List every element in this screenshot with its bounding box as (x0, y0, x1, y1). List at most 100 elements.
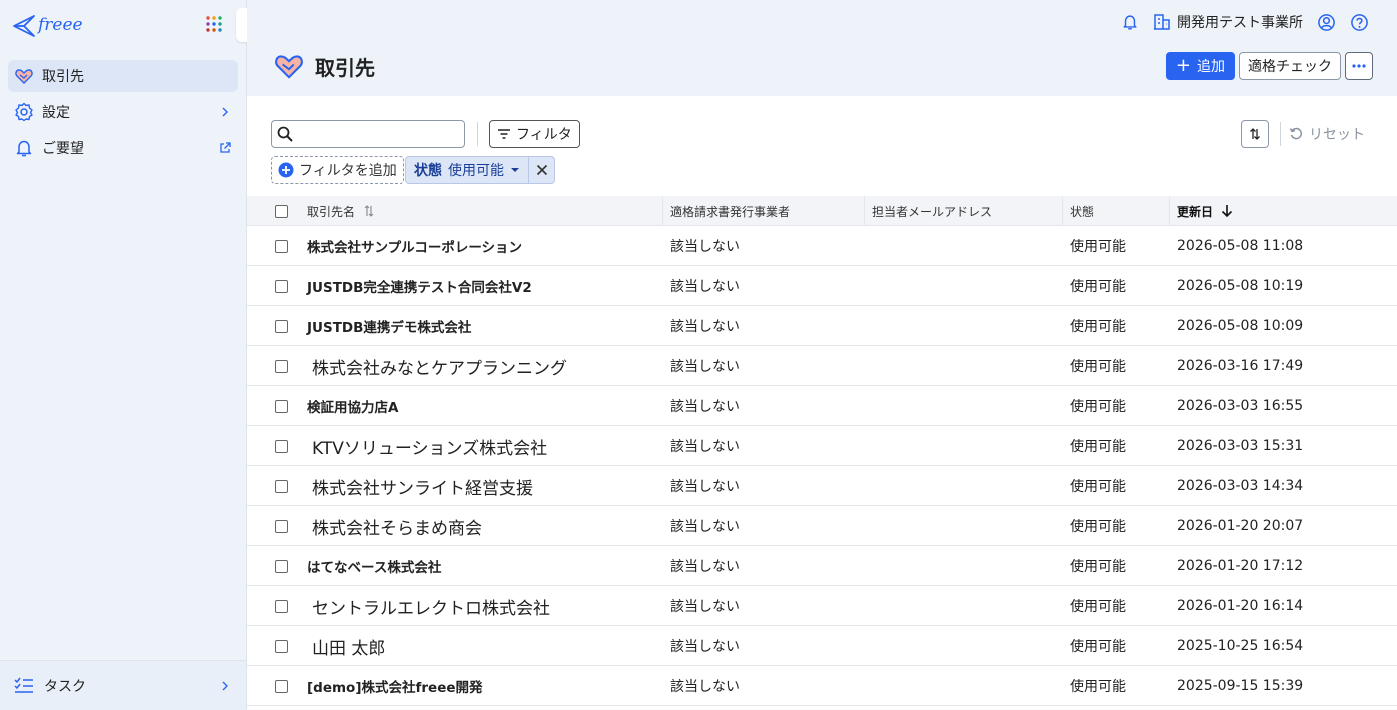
partner-name[interactable]: [demo]株式会社freee開発 (307, 666, 483, 706)
office-switcher[interactable]: 開発用テスト事業所 (1153, 12, 1303, 32)
status-value: 使用可能 (1070, 519, 1126, 535)
row-checkbox[interactable] (275, 679, 288, 693)
status-value: 使用可能 (1070, 319, 1126, 335)
task-label: タスク (44, 678, 86, 695)
row-checkbox[interactable] (275, 279, 288, 293)
more-actions-button[interactable] (1345, 52, 1373, 80)
notification-bell-icon[interactable] (1121, 13, 1139, 31)
sort-arrows-icon (364, 205, 374, 217)
partner-name[interactable]: 株式会社みなとケアプランニング (307, 346, 567, 386)
column-label: 取引先名 (307, 204, 356, 219)
row-checkbox[interactable] (275, 639, 288, 653)
filter-button[interactable]: フィルタ (489, 120, 580, 148)
column-header-status[interactable]: 状態 (1061, 196, 1094, 226)
row-checkbox[interactable] (275, 519, 288, 533)
partner-name[interactable]: 検証用協力店A (307, 386, 398, 426)
updated-value: 2026-03-03 16:55 (1177, 398, 1304, 414)
status-filter-chip-toggle[interactable]: 状態 使用可能 (406, 157, 528, 183)
table-row[interactable]: はてなベース株式会社 該当しない 使用可能 2026-01-20 17:12 (247, 546, 1397, 586)
row-checkbox[interactable] (275, 319, 288, 333)
table-row[interactable]: 山田 太郎 該当しない 使用可能 2025-10-25 16:54 (247, 626, 1397, 666)
row-checkbox[interactable] (275, 479, 288, 493)
freee-logo[interactable]: freee (12, 12, 83, 38)
help-icon[interactable] (1350, 13, 1369, 32)
sidebar-item-partners[interactable]: 取引先 (8, 60, 238, 92)
partner-name[interactable]: 株式会社サンプルコーポレーション (307, 226, 522, 266)
sort-arrows-icon (1250, 128, 1260, 140)
row-select-cell (275, 506, 288, 546)
select-all-checkbox[interactable] (275, 204, 288, 218)
building-icon (1154, 14, 1170, 30)
task-list-icon (14, 677, 34, 695)
add-button-label: 追加 (1197, 59, 1225, 75)
column-header-updated[interactable]: 更新日 (1168, 196, 1233, 226)
status-value: 使用可能 (1070, 599, 1126, 615)
status-value: 使用可能 (1070, 359, 1126, 375)
table-row[interactable]: JUSTDB完全連携テスト合同会社V2 該当しない 使用可能 2026-05-08 1… (247, 266, 1397, 306)
header-actions: + 追加 適格チェック (1165, 52, 1373, 80)
row-select-cell (275, 626, 288, 666)
qualified-value: 該当しない (670, 439, 740, 455)
gear-icon (14, 102, 34, 122)
column-header-name[interactable]: 取引先名 (307, 196, 375, 226)
table-row[interactable]: 検証用協力店A 該当しない 使用可能 2026-03-03 16:55 (247, 386, 1397, 426)
table-row[interactable]: 株式会社そらまめ商会 該当しない 使用可能 2026-01-20 20:07 (247, 506, 1397, 546)
reset-button[interactable]: リセット (1289, 124, 1365, 144)
reset-icon (1289, 127, 1303, 140)
qualified-value: 該当しない (670, 479, 740, 495)
qualified-value: 該当しない (670, 399, 740, 415)
partner-name[interactable]: 株式会社サンライト経営支援 (307, 466, 533, 506)
row-checkbox[interactable] (275, 599, 288, 613)
table-row[interactable]: 株式会社サンプルコーポレーション 該当しない 使用可能 2026-05-08 11:0… (247, 226, 1397, 266)
search-box[interactable] (271, 120, 465, 148)
table-row[interactable]: KTVソリューションズ株式会社 該当しない 使用可能 2026-03-03 15:31 (247, 426, 1397, 466)
add-partner-button[interactable]: + 追加 (1165, 52, 1235, 80)
row-select-cell (275, 586, 288, 626)
table-row[interactable]: 株式会社みなとケアプランニング 該当しない 使用可能 2026-03-16 17:49 (247, 346, 1397, 386)
chip-value: 使用可能 (448, 163, 504, 179)
qualified-value: 該当しない (670, 559, 740, 575)
sidebar-item-requests[interactable]: ご要望 (8, 132, 238, 164)
arrow-down-icon (1221, 205, 1233, 218)
plus-circle-icon (278, 162, 294, 178)
row-checkbox[interactable] (275, 359, 288, 373)
remove-filter-button[interactable] (528, 157, 554, 183)
table-row[interactable]: JUSTDB連携デモ株式会社 該当しない 使用可能 2026-05-08 10:09 (247, 306, 1397, 346)
apps-grid-icon[interactable] (206, 16, 224, 34)
bird-icon (13, 15, 35, 37)
qualification-check-button[interactable]: 適格チェック (1239, 52, 1341, 80)
column-header-qualified[interactable]: 適格請求書発行事業者 (661, 196, 790, 226)
qualified-value: 該当しない (670, 599, 740, 615)
partner-name[interactable]: セントラルエレクトロ株式会社 (307, 586, 550, 626)
task-bar[interactable]: タスク (0, 660, 246, 710)
table-row[interactable]: セントラルエレクトロ株式会社 該当しない 使用可能 2026-01-20 16:14 (247, 586, 1397, 626)
chevron-right-icon (218, 679, 232, 693)
row-checkbox[interactable] (275, 239, 288, 253)
status-filter-chip: 状態 使用可能 (405, 156, 555, 184)
row-checkbox[interactable] (275, 559, 288, 573)
row-checkbox[interactable] (275, 439, 288, 453)
partner-name[interactable]: 株式会社そらまめ商会 (307, 506, 482, 546)
row-select-cell (275, 266, 288, 306)
sort-order-button[interactable] (1241, 120, 1269, 148)
status-value: 使用可能 (1070, 559, 1126, 575)
updated-value: 2026-01-20 17:12 (1177, 558, 1304, 574)
partner-name[interactable]: JUSTDB完全連携テスト合同会社V2 (307, 266, 532, 306)
partner-name[interactable]: 山田 太郎 (307, 626, 385, 666)
add-filter-button[interactable]: フィルタを追加 (271, 156, 404, 184)
sidebar-item-settings[interactable]: 設定 (8, 96, 238, 128)
table-row[interactable]: 株式会社サンライト経営支援 該当しない 使用可能 2026-03-03 14:34 (247, 466, 1397, 506)
partner-name[interactable]: KTVソリューションズ株式会社 (307, 426, 547, 466)
column-header-email[interactable]: 担当者メールアドレス (863, 196, 992, 226)
status-value: 使用可能 (1070, 479, 1126, 495)
table-row[interactable]: [demo]株式会社freee開発 該当しない 使用可能 2025-09-15 15:… (247, 666, 1397, 706)
partner-name[interactable]: はてなベース株式会社 (307, 546, 441, 586)
chip-key: 状態 (414, 163, 442, 179)
account-icon[interactable] (1317, 13, 1336, 32)
search-input[interactable] (298, 123, 458, 145)
row-checkbox[interactable] (275, 399, 288, 413)
row-select-cell (275, 386, 288, 426)
partner-name[interactable]: JUSTDB連携デモ株式会社 (307, 306, 471, 346)
column-label: 更新日 (1177, 204, 1214, 219)
close-icon (536, 164, 547, 176)
